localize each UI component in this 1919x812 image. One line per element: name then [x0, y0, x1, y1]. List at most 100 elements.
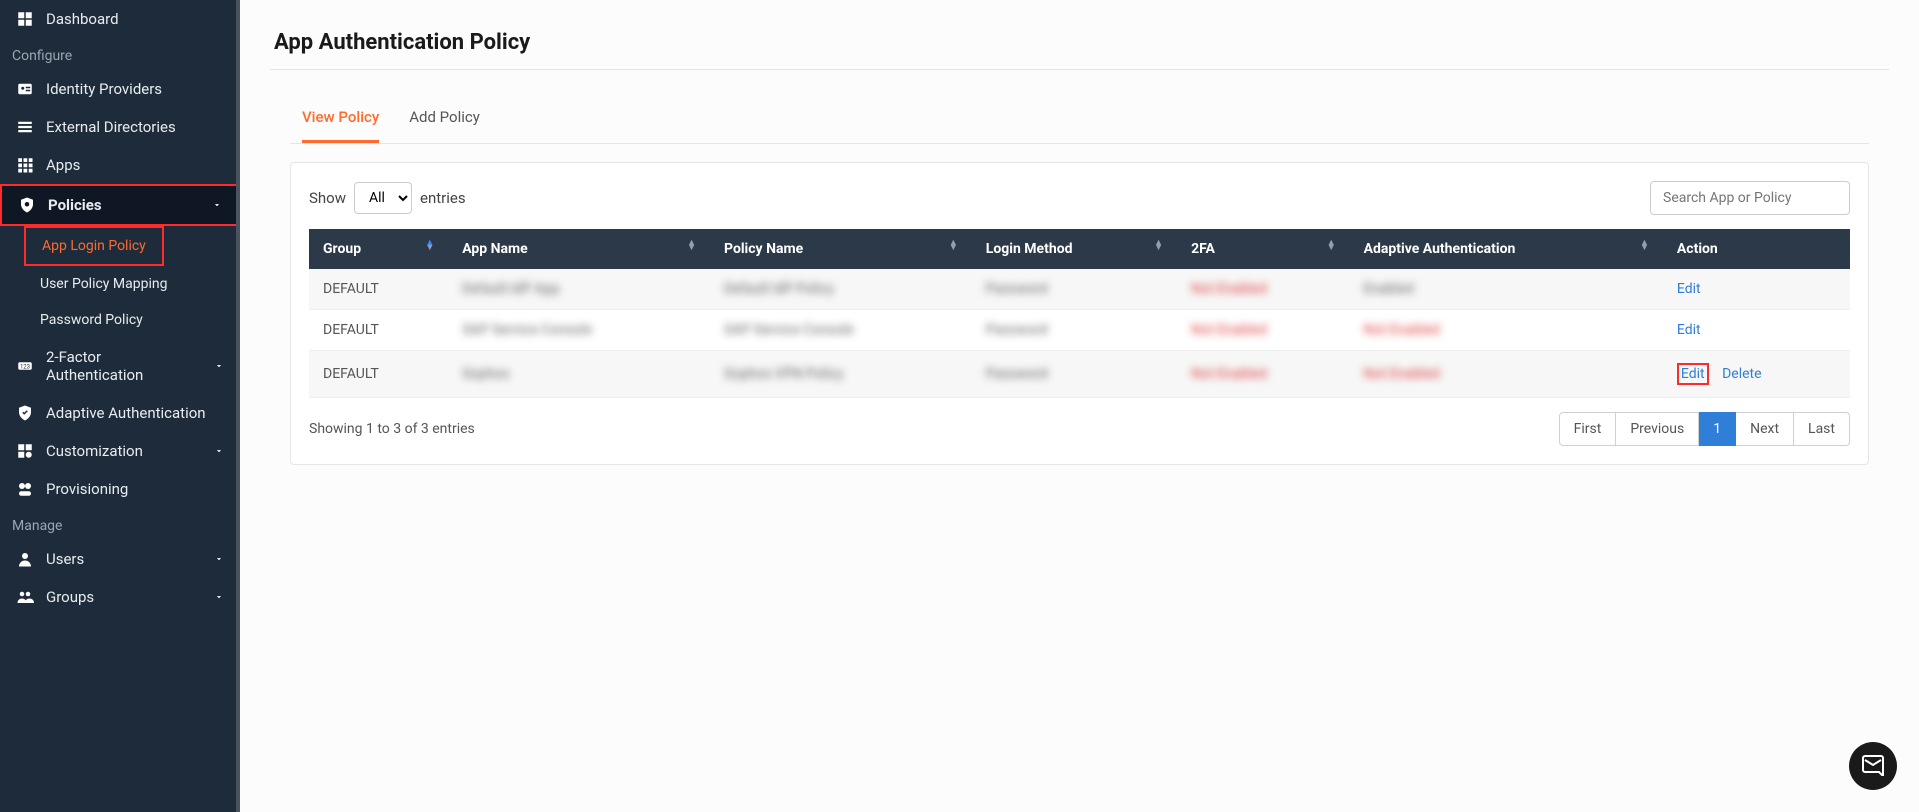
pager-next[interactable]: Next	[1736, 412, 1794, 446]
sidebar-item-label: Customization	[46, 442, 143, 460]
entries-select[interactable]: All	[354, 182, 412, 214]
edit-link[interactable]: Edit	[1677, 322, 1701, 338]
pager-page-1[interactable]: 1	[1699, 412, 1736, 446]
sidebar-item-dashboard[interactable]: Dashboard	[0, 0, 240, 38]
sidebar-item-label: Apps	[46, 156, 80, 174]
sidebar-item-identity-providers[interactable]: Identity Providers	[0, 70, 240, 108]
policy-card: Show All entries Group▲▼ App Name▲▼ Poli…	[290, 162, 1869, 465]
cell-policy-name: Default IdP Policy	[710, 269, 972, 310]
show-label: Show	[309, 189, 346, 207]
cell-group: DEFAULT	[309, 269, 448, 310]
provisioning-icon	[16, 480, 34, 498]
sidebar-item-provisioning[interactable]: Provisioning	[0, 470, 240, 508]
sidebar-item-label: 2-Factor Authentication	[46, 348, 202, 384]
cell-group: DEFAULT	[309, 310, 448, 351]
col-app-name[interactable]: App Name▲▼	[448, 229, 710, 269]
cell-policy-name: SAP Service Console	[710, 310, 972, 351]
sort-icon: ▲▼	[949, 241, 958, 251]
tab-view-policy[interactable]: View Policy	[302, 100, 379, 143]
table-footer-text: Showing 1 to 3 of 3 entries	[309, 421, 475, 437]
pager-first[interactable]: First	[1559, 412, 1617, 446]
cell-app-name: Default IdP App	[448, 269, 710, 310]
col-policy-name[interactable]: Policy Name▲▼	[710, 229, 972, 269]
pagination: First Previous 1 Next Last	[1559, 412, 1850, 446]
sort-icon: ▲▼	[425, 241, 434, 251]
cell-action: Edit Delete	[1663, 351, 1850, 398]
sort-icon: ▲▼	[687, 241, 696, 251]
sidebar-subitem-app-login-policy[interactable]: App Login Policy	[24, 226, 164, 266]
edit-link[interactable]: Edit	[1677, 363, 1709, 385]
entries-label: entries	[420, 189, 466, 207]
main-content: App Authentication Policy View Policy Ad…	[240, 0, 1919, 812]
tabs: View Policy Add Policy	[290, 100, 1869, 144]
page-title: App Authentication Policy	[274, 30, 1889, 55]
chevron-down-icon	[214, 357, 224, 375]
cell-app-name: Sophos	[448, 351, 710, 398]
id-card-icon	[16, 80, 34, 98]
sidebar-item-label: Policies	[48, 196, 102, 214]
cell-action: Edit	[1663, 310, 1850, 351]
svg-text:123: 123	[20, 363, 30, 370]
sidebar-item-external-directories[interactable]: External Directories	[0, 108, 240, 146]
sidebar-item-policies[interactable]: Policies	[0, 184, 240, 226]
col-group[interactable]: Group▲▼	[309, 229, 448, 269]
sidebar-item-label: Provisioning	[46, 480, 128, 498]
cell-app-name: SAP Service Console	[448, 310, 710, 351]
cell-login-method: Password	[972, 269, 1177, 310]
sidebar-subitem-user-policy-mapping[interactable]: User Policy Mapping	[24, 266, 240, 302]
sidebar-item-label: Groups	[46, 588, 94, 606]
policy-table: Group▲▼ App Name▲▼ Policy Name▲▼ Login M…	[309, 229, 1850, 398]
sidebar-item-adaptive-auth[interactable]: Adaptive Authentication	[0, 394, 240, 432]
sidebar-item-label: Users	[46, 550, 84, 568]
edit-link[interactable]: Edit	[1677, 281, 1701, 297]
chat-icon	[1861, 752, 1885, 780]
cell-policy-name: Sophos VPN Policy	[710, 351, 972, 398]
puzzle-icon	[16, 442, 34, 460]
table-row: DEFAULT Default IdP App Default IdP Poli…	[309, 269, 1850, 310]
list-icon	[16, 118, 34, 136]
col-action: Action	[1663, 229, 1850, 269]
pager-previous[interactable]: Previous	[1616, 412, 1699, 446]
pager-last[interactable]: Last	[1794, 412, 1850, 446]
delete-link[interactable]: Delete	[1722, 366, 1761, 382]
table-row: DEFAULT SAP Service Console SAP Service …	[309, 310, 1850, 351]
chevron-down-icon	[214, 588, 224, 606]
cell-login-method: Password	[972, 351, 1177, 398]
sidebar-item-customization[interactable]: Customization	[0, 432, 240, 470]
sidebar-item-apps[interactable]: Apps	[0, 146, 240, 184]
col-adaptive-auth[interactable]: Adaptive Authentication▲▼	[1350, 229, 1663, 269]
col-login-method[interactable]: Login Method▲▼	[972, 229, 1177, 269]
cell-2fa: Not Enabled	[1177, 269, 1350, 310]
cell-login-method: Password	[972, 310, 1177, 351]
sidebar-item-label: Adaptive Authentication	[46, 404, 206, 422]
table-footer: Showing 1 to 3 of 3 entries First Previo…	[309, 412, 1850, 446]
sidebar-subitem-password-policy[interactable]: Password Policy	[24, 302, 240, 338]
cell-2fa: Not Enabled	[1177, 351, 1350, 398]
sort-icon: ▲▼	[1327, 241, 1336, 251]
users-group-icon	[16, 588, 34, 606]
divider	[270, 69, 1889, 70]
chevron-down-icon	[214, 442, 224, 460]
chat-fab[interactable]	[1849, 742, 1897, 790]
sidebar-item-two-factor[interactable]: 123 2-Factor Authentication	[0, 338, 240, 394]
tab-add-policy[interactable]: Add Policy	[409, 100, 480, 143]
sidebar-item-groups[interactable]: Groups	[0, 578, 240, 616]
sidebar-item-label: Identity Providers	[46, 80, 162, 98]
sort-icon: ▲▼	[1640, 241, 1649, 251]
shield-check-icon	[16, 404, 34, 422]
dashboard-icon	[16, 10, 34, 28]
user-icon	[16, 550, 34, 568]
search-input[interactable]	[1650, 181, 1850, 215]
col-2fa[interactable]: 2FA▲▼	[1177, 229, 1350, 269]
sidebar-item-label: External Directories	[46, 118, 176, 136]
cell-adaptive: Not Enabled	[1350, 351, 1663, 398]
table-row: DEFAULT Sophos Sophos VPN Policy Passwor…	[309, 351, 1850, 398]
policies-subitems: App Login Policy User Policy Mapping Pas…	[0, 226, 240, 338]
sidebar-section-manage: Manage	[0, 508, 240, 540]
chevron-down-icon	[214, 550, 224, 568]
sidebar-item-users[interactable]: Users	[0, 540, 240, 578]
cell-group: DEFAULT	[309, 351, 448, 398]
sidebar-item-label: Dashboard	[46, 10, 119, 28]
shield-icon	[18, 196, 36, 214]
cell-2fa: Not Enabled	[1177, 310, 1350, 351]
